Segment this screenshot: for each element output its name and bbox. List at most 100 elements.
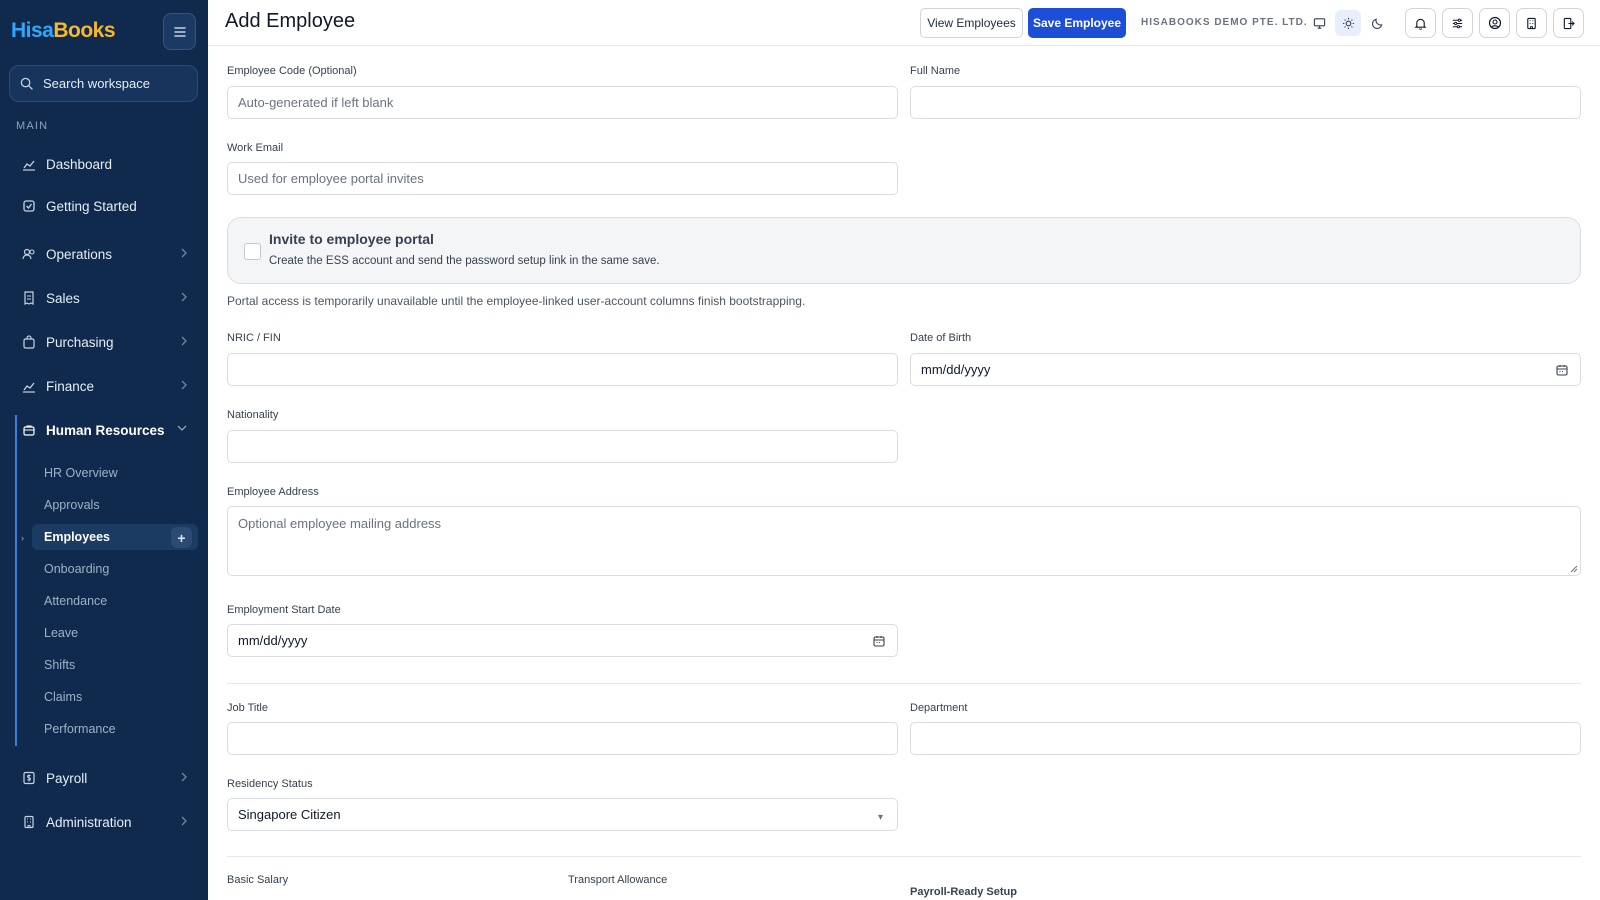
sidebar-item-label: Purchasing [46,334,114,350]
calendar-icon[interactable] [1556,364,1568,376]
sub-label: Shifts [44,658,76,672]
logout-button[interactable] [1553,8,1584,38]
trend-icon [23,382,35,393]
employee-code-label: Employee Code (Optional) [227,65,357,77]
sidebar-item-label: Finance [46,378,95,394]
sidebar-item-payroll[interactable]: Payroll [12,760,198,796]
theme-light-button[interactable] [1335,10,1361,36]
nric-input[interactable] [227,353,898,386]
chevron-right-icon [181,380,187,390]
portal-invite-card: Invite to employee portal Create the ESS… [227,217,1581,284]
sub-label: HR Overview [44,466,118,480]
nationality-label: Nationality [227,409,279,421]
brand-part-1: Hisa [11,19,54,42]
calendar-icon[interactable] [873,635,885,647]
receipt-icon [24,291,34,305]
sidebar-item-getting-started[interactable]: Getting Started [12,188,198,224]
users-icon [22,248,35,260]
save-employee-button[interactable]: Save Employee [1028,8,1126,38]
sidebar-item-label: Payroll [46,770,88,786]
search-workspace[interactable]: Search workspace [9,65,198,102]
notifications-button[interactable] [1405,8,1436,38]
chevron-right-icon [181,816,187,826]
sidebar-item-dashboard[interactable]: Dashboard [12,146,198,182]
sidebar-sub-attendance[interactable]: Attendance [32,588,198,614]
theme-switcher [1306,8,1397,38]
page-title: Add Employee [225,10,356,32]
sidebar-item-finance[interactable]: Finance [12,368,198,404]
work-email-label: Work Email [227,142,284,154]
residency-value: Singapore Citizen [238,807,341,822]
sidebar-item-administration[interactable]: Administration [12,804,198,840]
sun-icon [1342,17,1354,29]
start-date-input[interactable]: mm/dd/yyyy [227,624,898,657]
logout-icon [1563,17,1575,29]
sidebar-item-label: Operations [46,246,113,262]
dob-value: mm/dd/yyyy [921,362,991,377]
sub-label: Employees [44,530,111,544]
work-email-input[interactable]: Used for employee portal invites [227,162,898,195]
chevron-right-icon [181,248,187,258]
sidebar-item-label: Getting Started [46,198,137,214]
sidebar-sub-approvals[interactable]: Approvals [32,492,198,518]
sidebar-item-purchasing[interactable]: Purchasing [12,324,198,360]
sidebar-sub-hr-overview[interactable]: HR Overview [32,460,198,486]
sidebar-toggle-button[interactable] [163,13,196,50]
checklist-icon [23,200,35,212]
theme-dark-button[interactable] [1364,10,1390,36]
full-name-label: Full Name [910,65,961,77]
sidebar-item-label: Sales [46,290,80,306]
sidebar-item-label: Dashboard [46,156,113,172]
sidebar-item-human-resources[interactable]: Human Resources [12,412,198,448]
nric-label: NRIC / FIN [227,332,281,344]
dollar-icon [23,771,35,785]
sidebar-item-label: Administration [46,814,132,830]
menu-icon [173,26,186,37]
building-icon [1527,17,1536,29]
theme-system-button[interactable] [1306,10,1332,36]
brand-logo[interactable]: HisaBooks [11,19,116,43]
sub-label: Claims [44,690,83,704]
sidebar-item-operations[interactable]: Operations [12,236,198,272]
company-switch-button[interactable] [1516,8,1547,38]
top-header: Add Employee View Employees Save Employe… [208,0,1600,46]
company-name: HISABOOKS DEMO PTE. LTD. [1141,17,1308,28]
chevron-right-icon [181,772,187,782]
nationality-input[interactable] [227,430,898,463]
start-date-label: Employment Start Date [227,604,341,616]
sub-label: Performance [44,722,116,736]
search-icon [20,77,33,90]
department-input[interactable] [910,722,1581,755]
portal-invite-title: Invite to employee portal [269,231,434,247]
view-employees-button[interactable]: View Employees [920,8,1023,38]
sidebar-item-sales[interactable]: Sales [12,280,198,316]
dob-input[interactable]: mm/dd/yyyy [910,353,1581,386]
address-textarea[interactable]: Optional employee mailing address [227,506,1581,576]
start-date-value: mm/dd/yyyy [238,633,308,648]
full-name-input[interactable] [910,86,1581,119]
search-label: Search workspace [43,76,150,91]
sidebar-sub-shifts[interactable]: Shifts [32,652,198,678]
sidebar-sub-onboarding[interactable]: Onboarding [32,556,198,582]
sidebar-sub-claims[interactable]: Claims [32,684,198,710]
portal-unavailable-note: Portal access is temporarily unavailable… [227,294,806,308]
sidebar-sub-leave[interactable]: Leave [32,620,198,646]
employee-code-input[interactable]: Auto-generated if left blank [227,86,898,119]
monitor-icon [1313,17,1325,29]
active-caret-icon: › [21,533,24,543]
chevron-down-icon [177,425,187,431]
profile-button[interactable] [1479,8,1510,38]
briefcase-icon [23,425,35,436]
bell-icon [1414,18,1427,30]
invite-portal-checkbox[interactable] [244,243,261,260]
sidebar-sub-performance[interactable]: Performance [32,716,198,742]
sidebar-sub-employees[interactable]: Employees + [32,524,198,550]
residency-select[interactable]: Singapore Citizen ▾ [227,798,898,831]
resize-grip-icon[interactable] [1570,565,1578,573]
settings-sliders-button[interactable] [1442,8,1473,38]
department-label: Department [910,702,968,714]
transport-allowance-label: Transport Allowance [568,874,668,886]
add-employee-icon[interactable]: + [171,527,192,548]
chevron-right-icon [181,292,187,302]
job-title-input[interactable] [227,722,898,755]
